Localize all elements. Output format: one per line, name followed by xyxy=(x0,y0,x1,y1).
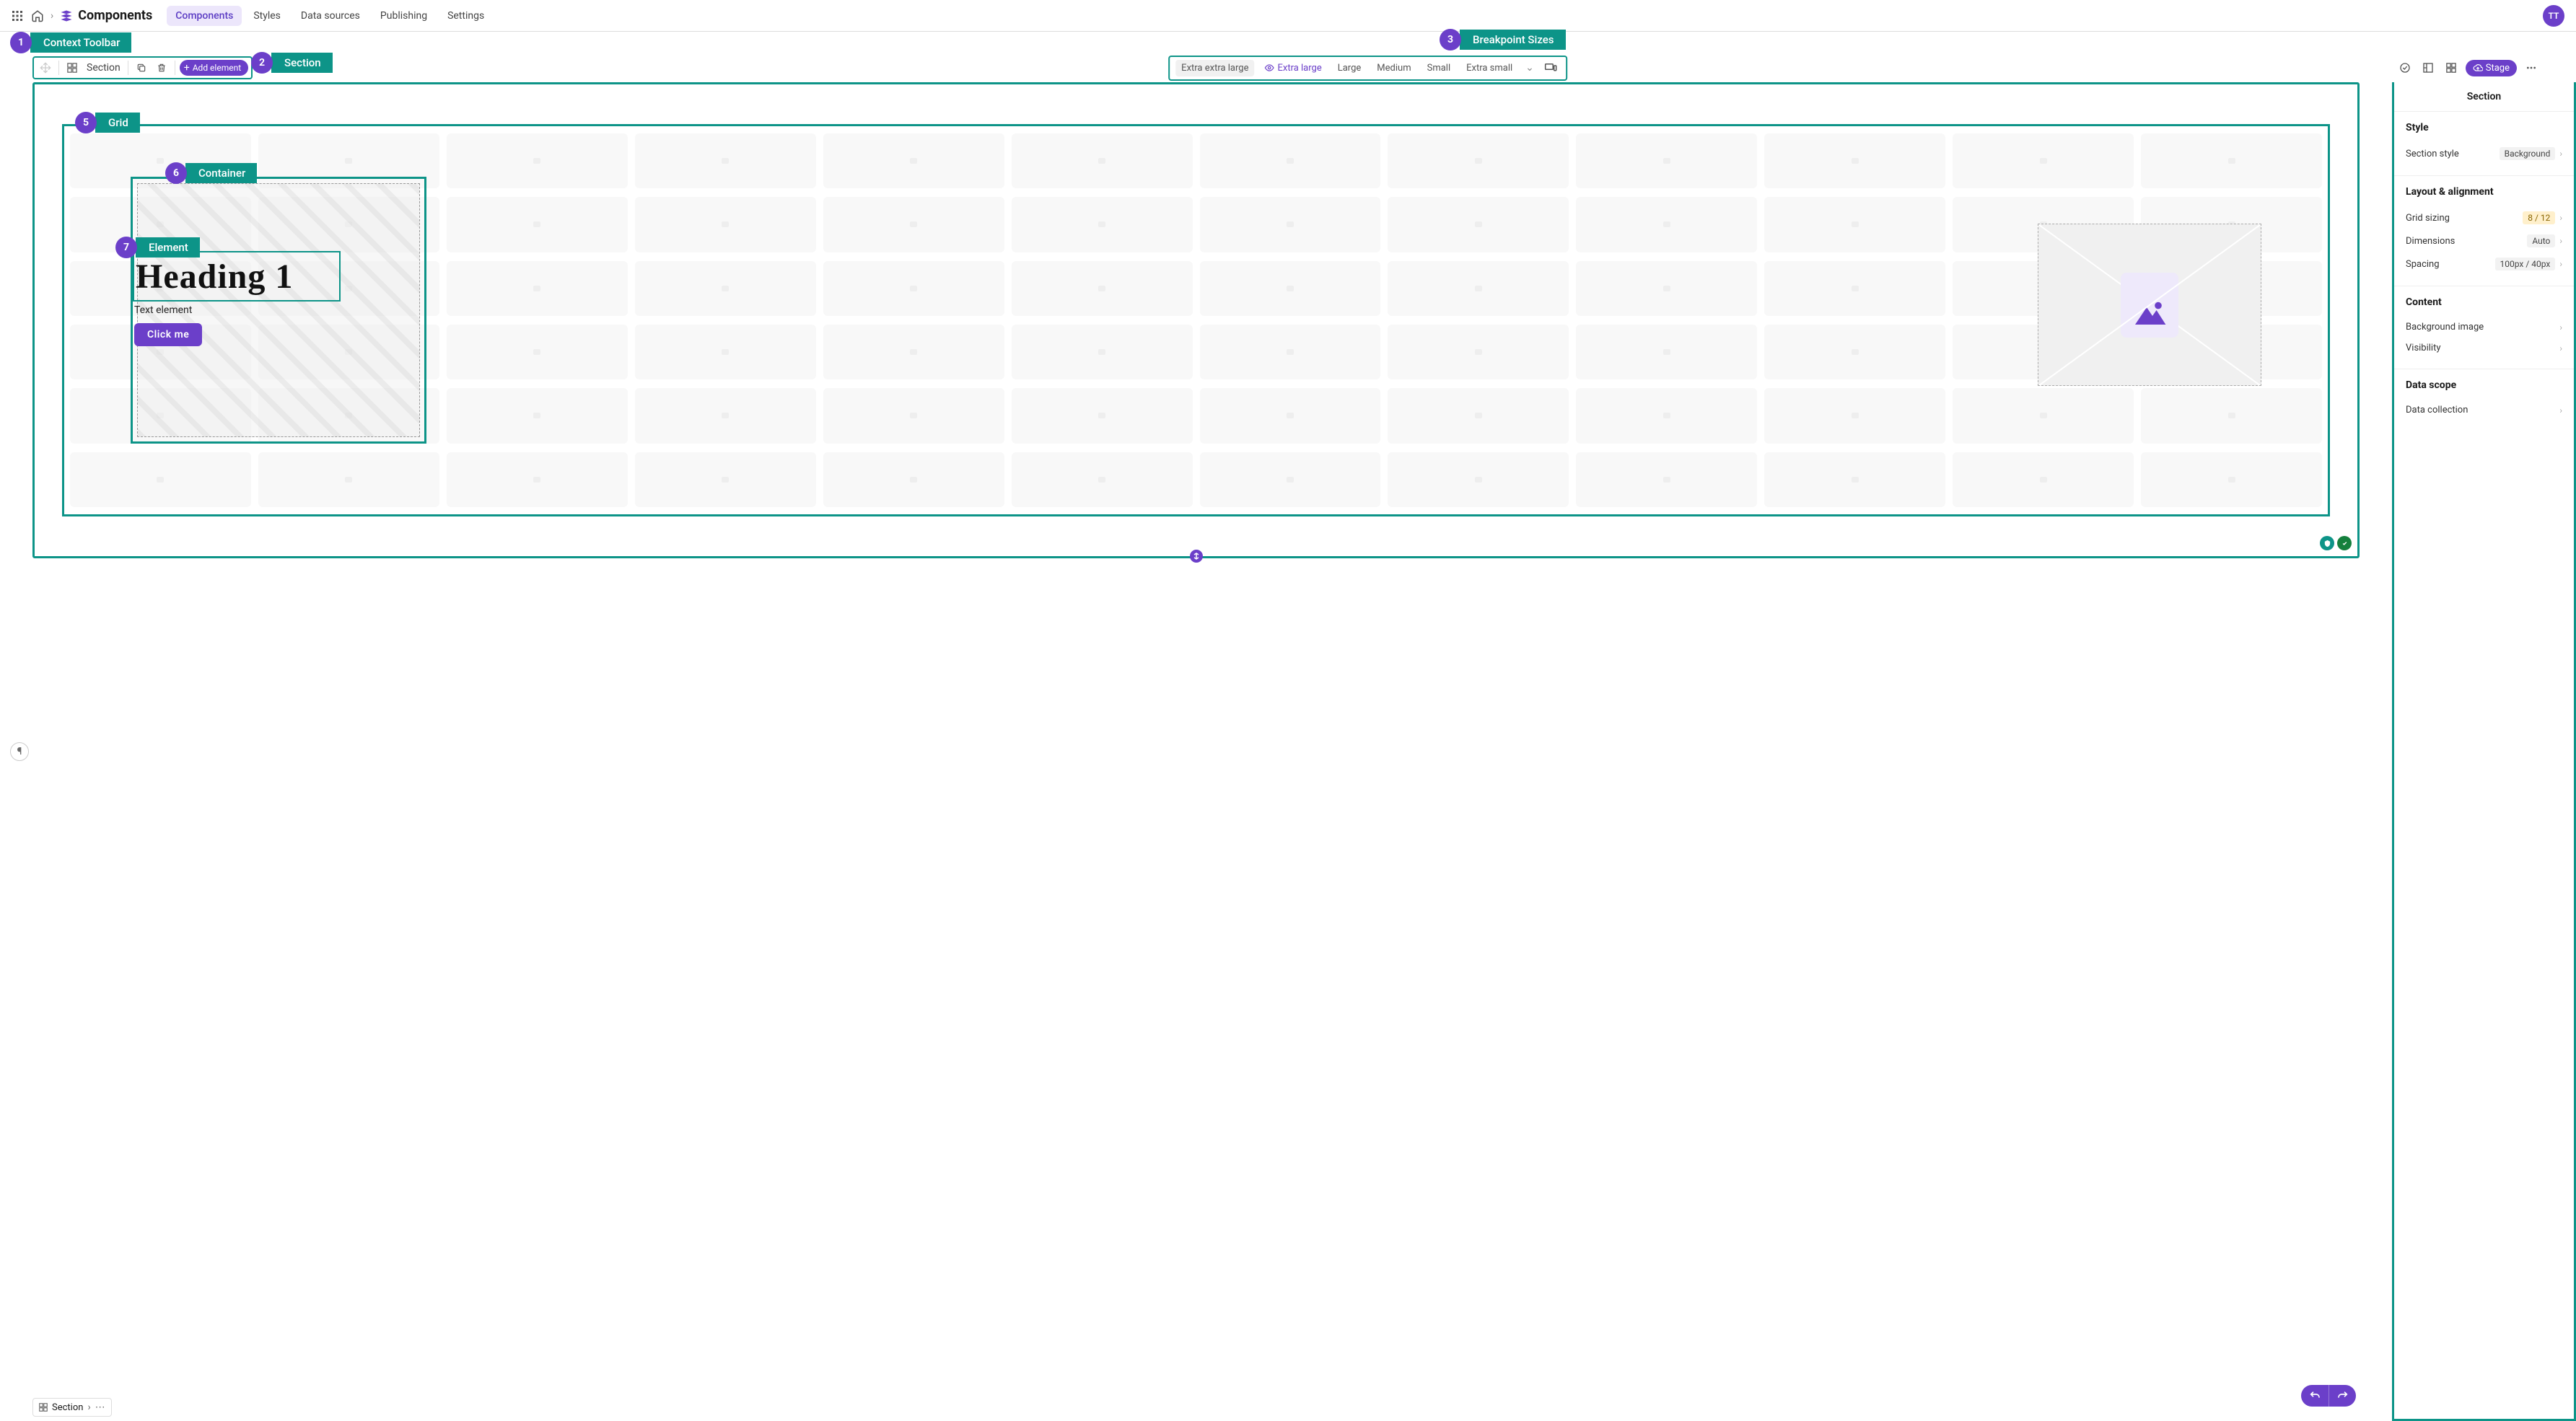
apps-grid-icon[interactable] xyxy=(7,6,27,26)
cp-group-content: Content Background image › Visibility › xyxy=(2394,286,2574,369)
home-icon[interactable] xyxy=(27,6,48,26)
bp-xxl[interactable]: Extra extra large xyxy=(1175,60,1254,76)
bp-lg[interactable]: Large xyxy=(1332,60,1367,76)
app-header: › Components Components Styles Data sour… xyxy=(0,0,2576,32)
move-icon xyxy=(37,59,54,76)
redo-button[interactable] xyxy=(2329,1385,2356,1407)
canvas-right-tools: Stage xyxy=(2396,59,2540,76)
click-me-button[interactable]: Click me xyxy=(134,323,202,346)
resize-handle-icon[interactable] xyxy=(1190,550,1203,563)
more-icon[interactable] xyxy=(2523,59,2540,76)
bp-xs[interactable]: Extra small xyxy=(1460,60,1518,76)
heading-text: Heading 1 xyxy=(136,257,293,296)
canvas-area: ¶ 5 Grid 6 Con xyxy=(0,82,2392,1421)
callout-context-toolbar: 1 Context Toolbar xyxy=(10,32,131,53)
config-panel-title: Section xyxy=(2394,82,2574,112)
cp-row-visibility[interactable]: Visibility › xyxy=(2406,338,2562,358)
chevron-right-icon: › xyxy=(2559,322,2562,333)
text-element[interactable]: Text element xyxy=(134,304,192,316)
status-check-icon[interactable] xyxy=(2337,536,2352,550)
section-element[interactable]: 5 Grid 6 Container xyxy=(32,82,2360,558)
cp-row-dimensions[interactable]: Dimensions Auto › xyxy=(2406,229,2562,252)
context-section-label: Section xyxy=(84,62,123,74)
app-logo-icon xyxy=(59,9,74,23)
canvas-toolbar-row: 1 Context Toolbar Section + Add element … xyxy=(0,53,2576,82)
breakpoint-sizes: Extra extra large Extra large Large Medi… xyxy=(1168,56,1567,81)
tab-styles[interactable]: Styles xyxy=(245,6,289,26)
breadcrumb-chevron-icon: › xyxy=(51,10,53,22)
add-element-button[interactable]: + Add element xyxy=(180,60,248,76)
duplicate-icon[interactable] xyxy=(133,59,150,76)
bp-chevron-down-icon[interactable]: ⌄ xyxy=(1523,62,1537,74)
delete-icon[interactable] xyxy=(153,59,170,76)
undo-button[interactable] xyxy=(2301,1385,2329,1407)
chevron-right-icon: › xyxy=(2559,236,2562,246)
bp-sm[interactable]: Small xyxy=(1421,60,1457,76)
tab-publishing[interactable]: Publishing xyxy=(372,6,436,26)
page-title: Components xyxy=(78,8,152,23)
cp-group-style: Style Section style Background › xyxy=(2394,112,2574,176)
cp-row-section-style[interactable]: Section style Background › xyxy=(2406,142,2562,165)
status-shield-icon[interactable] xyxy=(2320,536,2334,550)
context-toolbar: Section + Add element xyxy=(32,56,253,79)
callout-container: 6 Container xyxy=(165,162,257,184)
user-avatar[interactable]: TT xyxy=(2543,5,2564,27)
cp-row-spacing[interactable]: Spacing 100px / 40px › xyxy=(2406,252,2562,276)
grid-element[interactable]: 6 Container 7 Element Heading 1 Text ele… xyxy=(62,124,2330,516)
stage-button[interactable]: Stage xyxy=(2466,60,2517,76)
cp-row-background-image[interactable]: Background image › xyxy=(2406,317,2562,338)
more-small-icon[interactable]: ⋯ xyxy=(95,1402,105,1413)
chevron-right-icon: › xyxy=(2559,405,2562,415)
image-placeholder[interactable] xyxy=(2038,224,2261,386)
main-layout: ¶ 5 Grid 6 Con xyxy=(0,82,2576,1421)
chevron-right-icon: › xyxy=(2559,343,2562,353)
callout-grid: 5 Grid xyxy=(75,112,140,133)
cloud-upload-icon xyxy=(2473,63,2483,73)
tab-settings[interactable]: Settings xyxy=(439,6,493,26)
cp-group-layout: Layout & alignment Grid sizing 8 / 12 › … xyxy=(2394,176,2574,286)
cp-row-grid-sizing[interactable]: Grid sizing 8 / 12 › xyxy=(2406,206,2562,229)
layout-icon[interactable] xyxy=(2419,59,2437,76)
plus-icon: + xyxy=(184,62,190,74)
tab-components[interactable]: Components xyxy=(167,6,242,26)
image-icon xyxy=(2121,273,2178,338)
eye-icon xyxy=(1264,63,1274,73)
logo-wrap: Components xyxy=(59,8,152,23)
section-icon xyxy=(39,1403,48,1412)
undo-redo xyxy=(2301,1385,2356,1407)
bp-xl[interactable]: Extra large xyxy=(1258,60,1327,76)
callout-element: 7 Element xyxy=(115,237,200,258)
validate-icon[interactable] xyxy=(2396,59,2414,76)
grid-toggle-icon[interactable] xyxy=(2443,59,2460,76)
paragraph-tool-icon[interactable]: ¶ xyxy=(10,742,29,761)
section-type-icon xyxy=(63,59,81,76)
chevron-right-icon: › xyxy=(2559,259,2562,269)
cp-group-data-scope: Data scope Data collection › xyxy=(2394,369,2574,431)
device-preview-icon[interactable] xyxy=(1541,63,1560,73)
status-icons xyxy=(2320,536,2352,550)
tab-data-sources[interactable]: Data sources xyxy=(292,6,369,26)
bottom-breadcrumb[interactable]: Section › ⋯ xyxy=(32,1398,112,1417)
callout-breakpoints: 3 Breakpoint Sizes xyxy=(1440,29,1566,50)
header-tabs: Components Styles Data sources Publishin… xyxy=(167,6,493,26)
chevron-right-icon: › xyxy=(2559,213,2562,223)
configuration-panel: 4 Configuration Panel Section Style Sect… xyxy=(2392,82,2576,1421)
bp-md[interactable]: Medium xyxy=(1371,60,1416,76)
heading-element[interactable]: Heading 1 xyxy=(133,251,341,302)
chevron-right-icon: › xyxy=(87,1402,90,1413)
chevron-right-icon: › xyxy=(2559,149,2562,159)
callout-section: 2 Section xyxy=(251,52,333,74)
container-element[interactable]: 7 Element Heading 1 Text element Click m… xyxy=(131,177,426,444)
cp-row-data-collection[interactable]: Data collection › xyxy=(2406,400,2562,421)
